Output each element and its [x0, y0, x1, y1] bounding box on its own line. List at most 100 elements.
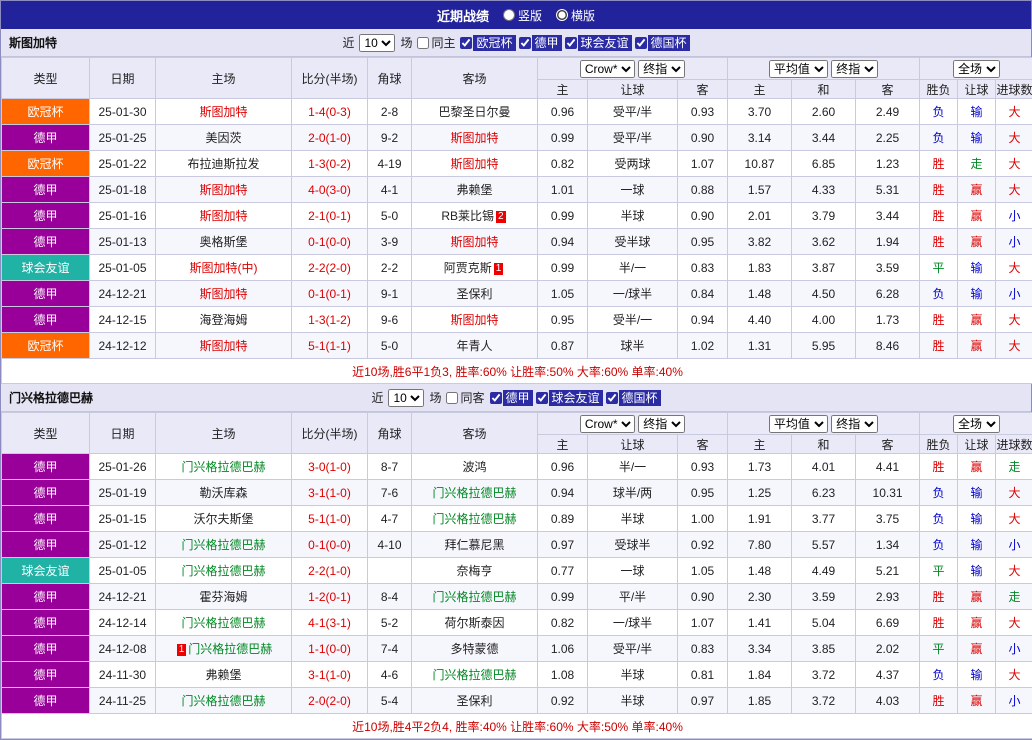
odds-time-select[interactable]: 终指	[638, 60, 685, 78]
col-score: 比分(半场)	[292, 413, 368, 454]
competition-checkbox[interactable]	[536, 392, 548, 404]
avg-home: 10.87	[728, 151, 792, 177]
result-win-draw-loss: 负	[920, 125, 958, 151]
top-bar: 近期战绩 竖版 横版	[1, 1, 1031, 29]
col-avg-draw: 和	[792, 435, 856, 454]
odds-home: 0.89	[538, 506, 588, 532]
same-venue-filter[interactable]: 同主	[417, 34, 455, 51]
result-win-draw-loss: 胜	[920, 203, 958, 229]
competition-checkbox[interactable]	[565, 37, 577, 49]
table-row: 德甲 25-01-25 美因茨 2-0(1-0) 9-2 斯图加特 0.99 受…	[2, 125, 1032, 151]
same-venue-checkbox[interactable]	[417, 37, 429, 49]
home-team-name: 霍芬海姆	[199, 590, 247, 604]
competition-checkbox[interactable]	[460, 37, 472, 49]
odds-source-select[interactable]: Crow*	[580, 415, 635, 433]
col-home: 主场	[156, 58, 292, 99]
result-goals: 大	[996, 177, 1032, 203]
odds-source-select[interactable]: Crow*	[580, 60, 635, 78]
match-count-select[interactable]: 10	[388, 389, 424, 407]
table-row: 德甲 25-01-12 门兴格拉德巴赫 0-1(0-0) 4-10 拜仁慕尼黑 …	[2, 532, 1032, 558]
home-team-name: 门兴格拉德巴赫	[181, 694, 265, 708]
same-venue-checkbox[interactable]	[446, 392, 458, 404]
scope-select[interactable]: 全场	[953, 415, 1000, 433]
home-team-cell: 门兴格拉德巴赫	[156, 454, 292, 480]
score: 2-2(1-0)	[292, 558, 368, 584]
competition-checkbox[interactable]	[606, 392, 618, 404]
home-team-name: 斯图加特	[199, 287, 247, 301]
competition-label: 德甲	[503, 390, 533, 406]
competition-filter[interactable]: 球会友谊	[536, 390, 603, 406]
odds-handicap: 一/球半	[588, 610, 678, 636]
competition-checkbox[interactable]	[490, 392, 502, 404]
match-date: 24-12-15	[90, 307, 156, 333]
competition-checkbox[interactable]	[519, 37, 531, 49]
same-venue-filter[interactable]: 同客	[446, 389, 484, 406]
match-date: 24-12-08	[90, 636, 156, 662]
layout-option-horizontal[interactable]: 横版	[556, 7, 595, 24]
layout-option-vertical[interactable]: 竖版	[503, 7, 542, 24]
away-team-cell: 弗赖堡	[412, 177, 538, 203]
odds-away: 0.94	[678, 307, 728, 333]
same-venue-label: 同客	[460, 389, 484, 406]
table-row: 德甲 24-12-08 1门兴格拉德巴赫 1-1(0-0) 7-4 多特蒙德 1…	[2, 636, 1032, 662]
home-team-cell: 门兴格拉德巴赫	[156, 688, 292, 714]
competition-filter[interactable]: 德国杯	[635, 35, 690, 51]
avg-away: 1.23	[856, 151, 920, 177]
fullmatch-group-header: 全场	[920, 58, 1032, 80]
competition-filter[interactable]: 欧冠杯	[460, 35, 515, 51]
score: 1-3(0-2)	[292, 151, 368, 177]
home-team-name: 门兴格拉德巴赫	[181, 616, 265, 630]
odds-time-select[interactable]: 终指	[638, 415, 685, 433]
result-handicap: 赢	[958, 307, 996, 333]
table-row: 德甲 24-11-25 门兴格拉德巴赫 2-0(2-0) 5-4 圣保利 0.9…	[2, 688, 1032, 714]
home-team-cell: 弗赖堡	[156, 662, 292, 688]
competition-badge: 德甲	[2, 229, 90, 255]
avg-home: 3.82	[728, 229, 792, 255]
result-goals: 小	[996, 636, 1032, 662]
odds-away: 0.83	[678, 255, 728, 281]
odds-away: 1.07	[678, 610, 728, 636]
competition-filter[interactable]: 球会友谊	[565, 35, 632, 51]
col-date: 日期	[90, 58, 156, 99]
home-team-name: 斯图加特	[199, 339, 247, 353]
col-away: 客场	[412, 413, 538, 454]
competition-filter[interactable]: 德甲	[519, 35, 562, 51]
odds-handicap: 半/一	[588, 454, 678, 480]
result-win-draw-loss: 负	[920, 480, 958, 506]
avg-home: 2.30	[728, 584, 792, 610]
col-odds-home: 主	[538, 80, 588, 99]
avg-home: 4.40	[728, 307, 792, 333]
avg-source-select[interactable]: 平均值	[769, 60, 828, 78]
corner-score: 7-4	[368, 636, 412, 662]
result-goals: 大	[996, 125, 1032, 151]
competition-badge: 德甲	[2, 506, 90, 532]
avg-source-select[interactable]: 平均值	[769, 415, 828, 433]
competition-filter[interactable]: 德甲	[490, 390, 533, 406]
competition-filter[interactable]: 德国杯	[606, 390, 661, 406]
away-team-name: 门兴格拉德巴赫	[432, 512, 516, 526]
away-team-cell: 斯图加特	[412, 125, 538, 151]
avg-time-select[interactable]: 终指	[831, 415, 878, 433]
avg-time-select[interactable]: 终指	[831, 60, 878, 78]
competition-badge: 德甲	[2, 203, 90, 229]
vertical-layout-radio[interactable]	[503, 9, 515, 21]
scope-select[interactable]: 全场	[953, 60, 1000, 78]
home-team-cell: 斯图加特	[156, 203, 292, 229]
match-count-select[interactable]: 10	[359, 34, 395, 52]
away-team-cell: 斯图加特	[412, 307, 538, 333]
avg-away: 4.37	[856, 662, 920, 688]
result-handicap: 输	[958, 125, 996, 151]
result-handicap: 输	[958, 532, 996, 558]
result-win-draw-loss: 胜	[920, 584, 958, 610]
avg-away: 3.75	[856, 506, 920, 532]
col-odds-home: 主	[538, 435, 588, 454]
result-win-draw-loss: 胜	[920, 688, 958, 714]
match-date: 24-11-25	[90, 688, 156, 714]
avg-draw: 3.87	[792, 255, 856, 281]
competition-checkbox[interactable]	[635, 37, 647, 49]
result-goals: 小	[996, 229, 1032, 255]
score: 5-1(1-1)	[292, 333, 368, 359]
horizontal-layout-radio[interactable]	[556, 9, 568, 21]
odds-home: 1.08	[538, 662, 588, 688]
unit-label: 场	[429, 389, 441, 406]
